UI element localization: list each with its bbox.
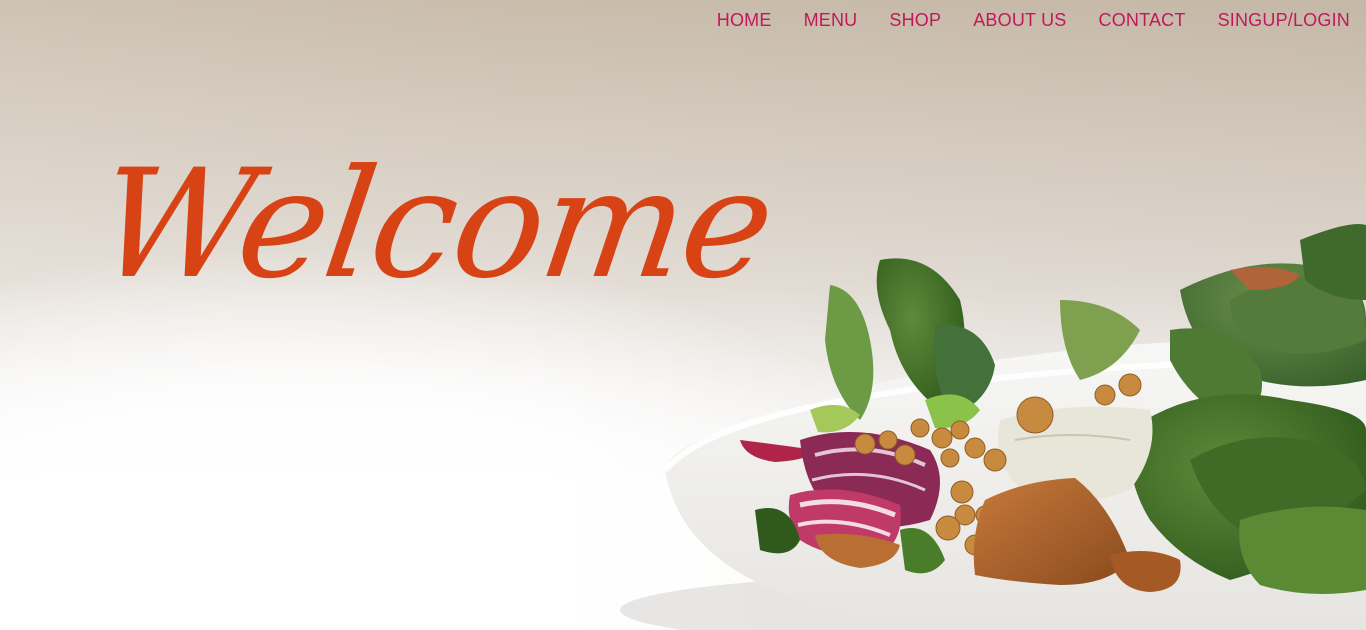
nav-contact[interactable]: CONTACT [1099,10,1186,31]
nav-shop[interactable]: SHOP [889,10,941,31]
main-nav: HOME MENU SHOP ABOUT US CONTACT SINGUP/L… [717,0,1350,40]
salad-bowl-image [620,224,1366,630]
hero-section: HOME MENU SHOP ABOUT US CONTACT SINGUP/L… [0,0,1366,630]
welcome-heading: Welcome [87,138,783,312]
nav-signup-login[interactable]: SINGUP/LOGIN [1218,10,1350,31]
nav-menu[interactable]: MENU [804,10,858,31]
nav-home[interactable]: HOME [717,10,772,31]
nav-about-us[interactable]: ABOUT US [973,10,1066,31]
